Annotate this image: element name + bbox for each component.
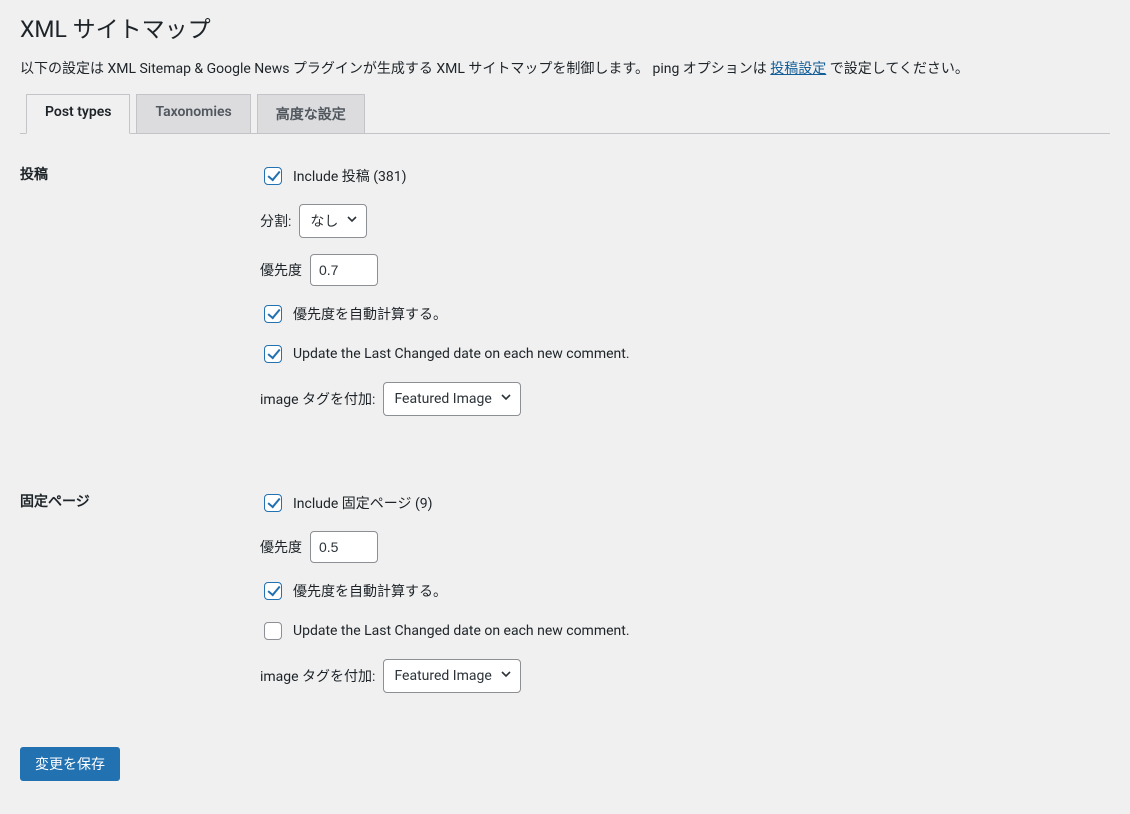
update-lastchanged-checkbox-pages[interactable] <box>264 622 282 640</box>
include-pages-checkbox[interactable] <box>264 494 282 512</box>
image-tag-label-posts: image タグを付加: <box>260 389 375 409</box>
auto-priority-checkbox-pages[interactable] <box>264 582 282 600</box>
chevron-down-icon <box>346 213 358 229</box>
section-heading-posts: 投稿 <box>20 154 260 481</box>
image-tag-select-pages[interactable]: Featured Image <box>383 659 520 693</box>
chevron-down-icon <box>500 668 512 684</box>
tab-advanced[interactable]: 高度な設定 <box>257 94 365 134</box>
split-label: 分割: <box>260 211 291 231</box>
priority-input-posts[interactable] <box>310 254 378 286</box>
auto-priority-checkbox-posts[interactable] <box>264 305 282 323</box>
tabs-wrapper: Post types Taxonomies 高度な設定 <box>20 94 1110 134</box>
split-select[interactable]: なし <box>299 204 367 238</box>
chevron-down-icon <box>500 391 512 407</box>
split-select-value: なし <box>310 211 338 231</box>
priority-input-pages[interactable] <box>310 531 378 563</box>
desc-prefix: 以下の設定は XML Sitemap & Google News プラグインが生… <box>20 61 770 77</box>
image-tag-select-value-posts: Featured Image <box>394 391 491 407</box>
priority-label-pages: 優先度 <box>260 537 302 557</box>
section-heading-pages: 固定ページ <box>20 481 260 719</box>
priority-label-posts: 優先度 <box>260 260 302 280</box>
page-description: 以下の設定は XML Sitemap & Google News プラグインが生… <box>20 58 1110 78</box>
desc-suffix: で設定してください。 <box>826 61 969 77</box>
update-lastchanged-label-posts[interactable]: Update the Last Changed date on each new… <box>293 346 630 362</box>
update-lastchanged-label-pages[interactable]: Update the Last Changed date on each new… <box>293 623 630 639</box>
writing-settings-link[interactable]: 投稿設定 <box>770 61 826 77</box>
image-tag-select-value-pages: Featured Image <box>394 668 491 684</box>
include-pages-label[interactable]: Include 固定ページ (9) <box>293 493 433 513</box>
include-posts-checkbox[interactable] <box>264 167 282 185</box>
image-tag-label-pages: image タグを付加: <box>260 666 375 686</box>
auto-priority-label-pages[interactable]: 優先度を自動計算する。 <box>293 581 447 601</box>
tab-post-types[interactable]: Post types <box>26 94 130 134</box>
include-posts-label[interactable]: Include 投稿 (381) <box>293 166 407 186</box>
auto-priority-label-posts[interactable]: 優先度を自動計算する。 <box>293 304 447 324</box>
save-button[interactable]: 変更を保存 <box>20 747 120 781</box>
tab-taxonomies[interactable]: Taxonomies <box>136 94 250 134</box>
page-title: XML サイトマップ <box>20 10 1110 44</box>
update-lastchanged-checkbox-posts[interactable] <box>264 345 282 363</box>
image-tag-select-posts[interactable]: Featured Image <box>383 382 520 416</box>
